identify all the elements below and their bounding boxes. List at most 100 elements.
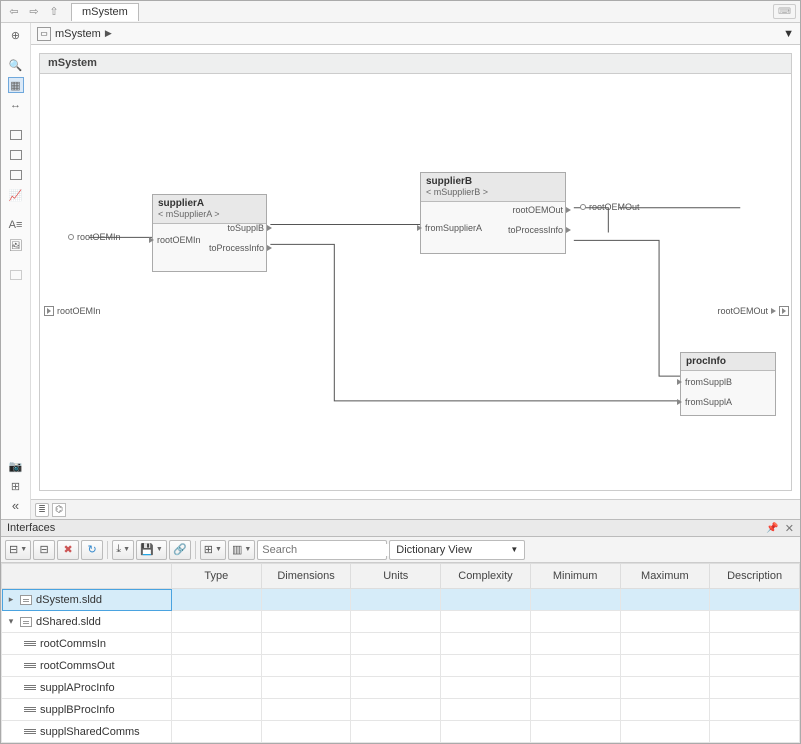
block-header: supplierA < mSupplierA > bbox=[153, 195, 266, 224]
row-name: dShared.sldd bbox=[36, 616, 101, 628]
hierarchy-view-icon[interactable]: ⌬ bbox=[52, 503, 66, 517]
table-row[interactable]: ▸ dSystem.sldd bbox=[2, 589, 800, 611]
add-dict-button[interactable]: ⊟▼ bbox=[5, 540, 31, 560]
dictionary-icon bbox=[20, 595, 32, 605]
port-out-to-process-info-b[interactable]: toProcessInfo bbox=[508, 225, 571, 235]
panel2-icon[interactable] bbox=[8, 147, 24, 163]
wire-src-root-oem-in[interactable]: rootOEMIn bbox=[68, 232, 121, 242]
filter-button[interactable]: ⊞▼ bbox=[200, 540, 226, 560]
refresh-button[interactable]: ↻ bbox=[81, 540, 103, 560]
col-description[interactable]: Description bbox=[710, 564, 800, 589]
row-name: supplBProcInfo bbox=[40, 704, 115, 716]
wire-dest-root-oem-out[interactable]: rootOEMOut bbox=[580, 202, 640, 212]
ruler-icon[interactable]: ↔ bbox=[8, 97, 24, 113]
target-icon[interactable]: ⊕ bbox=[8, 27, 24, 43]
port-out-to-process-info-a[interactable]: toProcessInfo bbox=[209, 243, 272, 253]
ext-port-root-oem-in[interactable]: rootOEMIn bbox=[44, 306, 101, 316]
port-label: rootOEMIn bbox=[77, 232, 121, 242]
col-name[interactable] bbox=[2, 564, 172, 589]
block-title: supplierB bbox=[426, 176, 472, 187]
view-select-label: Dictionary View bbox=[396, 544, 472, 556]
blank-icon[interactable] bbox=[8, 267, 24, 283]
col-minimum[interactable]: Minimum bbox=[530, 564, 620, 589]
col-dimensions[interactable]: Dimensions bbox=[261, 564, 351, 589]
text-icon[interactable]: A≡ bbox=[8, 217, 24, 233]
col-maximum[interactable]: Maximum bbox=[620, 564, 710, 589]
nav-forward-icon[interactable]: ⇨ bbox=[25, 3, 43, 21]
port-in-from-suppl-b[interactable]: fromSupplB bbox=[677, 377, 732, 387]
block-supplier-b[interactable]: supplierB < mSupplierB > fromSupplierA r… bbox=[420, 172, 566, 254]
col-type[interactable]: Type bbox=[172, 564, 262, 589]
table-row[interactable]: supplAProcInfo bbox=[2, 677, 800, 699]
port-in-from-supplier-a[interactable]: fromSupplierA bbox=[417, 223, 482, 233]
chevron-down-icon: ▼ bbox=[510, 545, 518, 554]
canvas[interactable]: mSystem rootOEMIn bbox=[31, 45, 800, 499]
breadcrumb-dropdown-icon[interactable]: ▼ bbox=[783, 28, 794, 40]
port-out-root-oem-out[interactable]: rootOEMOut bbox=[512, 205, 571, 215]
search-box[interactable]: 🔍 bbox=[257, 540, 387, 560]
db-view-icon[interactable]: ≣ bbox=[35, 503, 49, 517]
port-label: rootOEMIn bbox=[57, 306, 101, 316]
table-row[interactable]: rootCommsIn bbox=[2, 633, 800, 655]
library-icon[interactable]: ⊞ bbox=[8, 478, 24, 494]
port-label: rootOEMOut bbox=[717, 306, 768, 316]
left-toolbar: ⊕ 🔍 ▦ ↔ 📈 A≡ 🖼 📷 ⊞ « bbox=[1, 23, 31, 519]
breadcrumb-arrow-icon[interactable]: ▶ bbox=[105, 28, 112, 39]
save-button[interactable]: 💾▼ bbox=[136, 540, 167, 560]
block-header: procInfo bbox=[681, 353, 775, 371]
nav-back-icon[interactable]: ⇦ bbox=[5, 3, 23, 21]
import-button[interactable]: ⤓▼ bbox=[112, 540, 134, 560]
table-row[interactable]: supplSharedComms bbox=[2, 721, 800, 743]
image-icon[interactable]: 🖼 bbox=[8, 237, 24, 253]
link-button[interactable]: 🔗 bbox=[169, 540, 191, 560]
tab-msystem[interactable]: mSystem bbox=[71, 3, 139, 21]
col-units[interactable]: Units bbox=[351, 564, 441, 589]
ext-port-root-oem-out[interactable]: rootOEMOut bbox=[717, 306, 789, 316]
fit-icon[interactable]: ▦ bbox=[8, 77, 24, 93]
delete-button[interactable]: ✖ bbox=[57, 540, 79, 560]
camera-icon[interactable]: 📷 bbox=[8, 458, 24, 474]
row-name: rootCommsIn bbox=[40, 638, 106, 650]
port-out-to-suppl-b[interactable]: toSupplB bbox=[227, 223, 272, 233]
search-input[interactable] bbox=[262, 544, 404, 556]
signal-icon bbox=[24, 640, 36, 648]
table-row[interactable]: supplBProcInfo bbox=[2, 699, 800, 721]
block-header: supplierB < mSupplierB > bbox=[421, 173, 565, 202]
block-proc-info[interactable]: procInfo fromSupplB fromSupplA bbox=[680, 352, 776, 416]
add-elem-button[interactable]: ⊟ bbox=[33, 540, 55, 560]
keyboard-icon[interactable]: ⌨ bbox=[773, 4, 796, 19]
breadcrumb-name[interactable]: mSystem bbox=[55, 28, 101, 40]
graph-icon[interactable]: 📈 bbox=[8, 187, 24, 203]
block-supplier-a[interactable]: supplierA < mSupplierA > rootOEMIn toSup… bbox=[152, 194, 267, 272]
close-icon[interactable]: ✕ bbox=[785, 522, 794, 535]
table-header-row: Type Dimensions Units Complexity Minimum… bbox=[2, 564, 800, 589]
signal-icon bbox=[24, 684, 36, 692]
port-label: rootOEMOut bbox=[589, 202, 640, 212]
collapse-gutter-icon[interactable]: « bbox=[12, 498, 19, 513]
interfaces-table-wrap: Type Dimensions Units Complexity Minimum… bbox=[1, 563, 800, 743]
view-select[interactable]: Dictionary View ▼ bbox=[389, 540, 525, 560]
zoom-icon[interactable]: 🔍 bbox=[8, 57, 24, 73]
columns-button[interactable]: ▥▼ bbox=[228, 540, 255, 560]
wires bbox=[40, 74, 791, 490]
tree-expander-icon[interactable]: ▸ bbox=[6, 594, 16, 605]
canvas-wrap: ▭ mSystem ▶ ▼ mSystem bbox=[31, 23, 800, 519]
row-name: rootCommsOut bbox=[40, 660, 115, 672]
model-icon[interactable]: ▭ bbox=[37, 27, 51, 41]
port-in-root-oem-in[interactable]: rootOEMIn bbox=[149, 235, 201, 245]
row-name: supplAProcInfo bbox=[40, 682, 115, 694]
port-in-from-suppl-a[interactable]: fromSupplA bbox=[677, 397, 732, 407]
pin-icon[interactable]: 📌 bbox=[766, 523, 778, 534]
table-row[interactable]: ▾ dShared.sldd bbox=[2, 611, 800, 633]
diagram-body: rootOEMIn rootOEMOut rootOEMIn s bbox=[40, 74, 791, 490]
panel3-icon[interactable] bbox=[8, 167, 24, 183]
col-complexity[interactable]: Complexity bbox=[441, 564, 531, 589]
tree-expander-icon[interactable]: ▾ bbox=[6, 616, 16, 627]
block-title: supplierA bbox=[158, 198, 204, 209]
interfaces-panel-title: Interfaces 📌 ✕ bbox=[1, 519, 800, 537]
panel1-icon[interactable] bbox=[8, 127, 24, 143]
dictionary-icon bbox=[20, 617, 32, 627]
table-row[interactable]: rootCommsOut bbox=[2, 655, 800, 677]
row-name: dSystem.sldd bbox=[36, 594, 102, 606]
nav-up-icon[interactable]: ⇧ bbox=[45, 3, 63, 21]
